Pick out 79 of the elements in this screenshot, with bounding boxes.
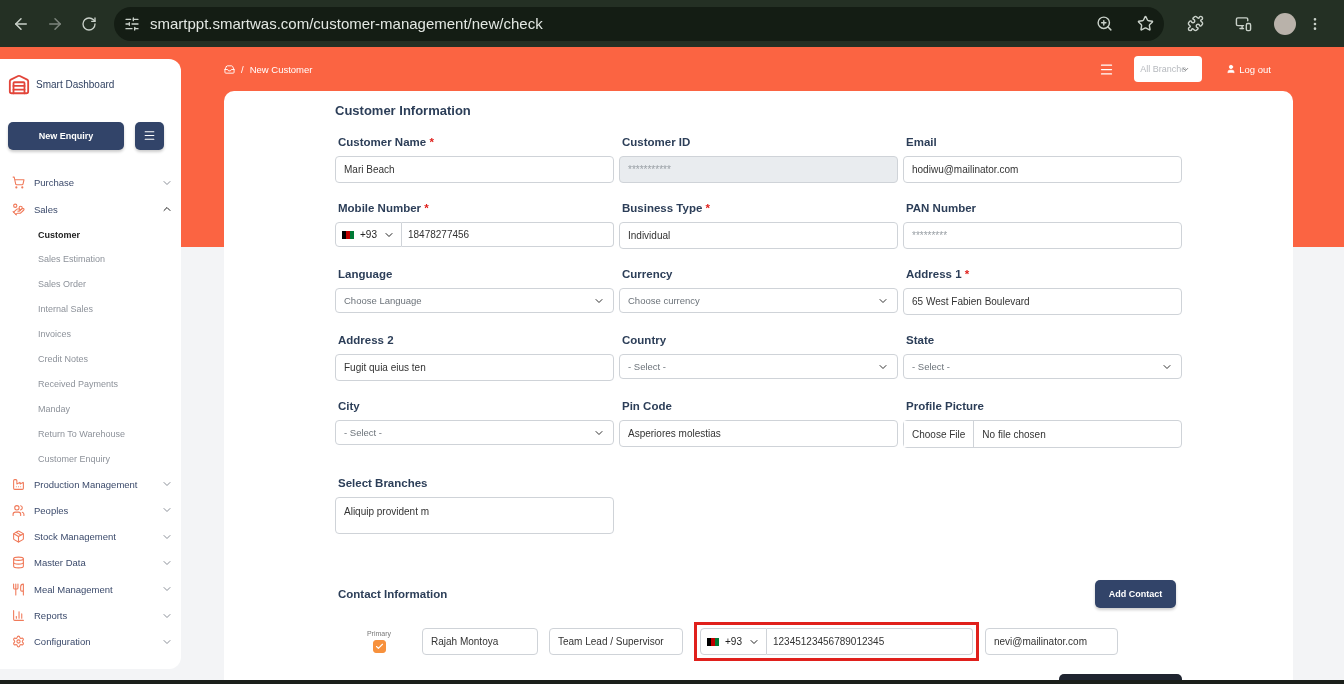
box-icon xyxy=(12,530,25,544)
check-icon xyxy=(374,642,384,651)
nav-item[interactable]: Sales xyxy=(8,195,173,223)
select-field[interactable]: Choose currency xyxy=(619,288,898,313)
cart-icon xyxy=(12,176,25,190)
input-field[interactable]: Individual xyxy=(619,222,898,249)
file-status-text: No file chosen xyxy=(981,428,1046,440)
checkbox[interactable] xyxy=(372,640,386,653)
field-label: PAN Number xyxy=(906,202,978,215)
database-icon xyxy=(12,556,25,570)
menu-icon xyxy=(143,129,156,143)
field-label: Profile Picture xyxy=(906,400,985,413)
file-field[interactable]: Choose File No file chosen xyxy=(903,420,1182,448)
input-field[interactable]: ********* xyxy=(903,222,1182,249)
brand-name: Smart Dashboard xyxy=(36,79,115,91)
bookmark-star-icon[interactable] xyxy=(1137,15,1154,32)
field-label: Address 2 xyxy=(338,334,395,347)
field-label: Mobile Number * xyxy=(338,202,430,215)
select-field[interactable]: - Select - xyxy=(335,420,614,445)
chart-icon xyxy=(12,609,25,622)
field-label: Select Branches xyxy=(338,477,429,490)
utensils-icon xyxy=(12,582,25,596)
section-title: Customer Information xyxy=(335,103,472,118)
input-field[interactable]: 12345123456789012345 xyxy=(767,628,973,655)
avatar[interactable] xyxy=(1274,12,1296,35)
field-label: Customer ID xyxy=(622,136,692,149)
country-code-select[interactable]: +93 xyxy=(700,628,767,655)
text-area[interactable]: Aliquip provident m xyxy=(335,497,614,534)
user-icon xyxy=(1226,64,1237,74)
field-label: Language xyxy=(338,268,394,281)
nav-item[interactable]: Master Data xyxy=(8,549,173,577)
select-field[interactable]: Choose Language xyxy=(335,288,614,313)
warehouse-icon xyxy=(8,73,30,96)
nav-item[interactable]: Stock Management xyxy=(8,523,173,550)
flag-icon xyxy=(342,230,354,239)
nav-subitem[interactable]: Customer xyxy=(8,222,173,248)
input-field[interactable]: Asperiores molestias xyxy=(619,420,898,447)
choose-file-button[interactable]: Choose File xyxy=(904,421,975,447)
flag-icon xyxy=(707,637,719,646)
field-label: Pin Code xyxy=(622,400,673,413)
field-label: Address 1 * xyxy=(906,268,971,281)
field-label: Currency xyxy=(622,268,674,281)
nav-item[interactable]: Peoples xyxy=(8,497,173,524)
nav-item[interactable]: Reports xyxy=(8,602,173,629)
field-label: City xyxy=(338,400,361,413)
new-enquiry-button[interactable]: New Enquiry xyxy=(8,121,124,150)
hand-coins-icon xyxy=(12,202,25,216)
input-field[interactable]: Team Lead / Supervisor xyxy=(549,628,683,655)
nav-item[interactable]: Production Management xyxy=(8,471,173,498)
people-icon xyxy=(12,503,25,517)
field-label: Country xyxy=(622,334,668,347)
input-field[interactable]: Mari Beach xyxy=(335,156,614,183)
nav-item[interactable]: Purchase xyxy=(8,169,173,196)
input-field[interactable]: Rajah Montoya xyxy=(422,628,538,655)
input-field[interactable]: 65 West Fabien Boulevard xyxy=(903,288,1182,315)
field-label: Business Type * xyxy=(622,202,711,215)
nav-item[interactable]: Configuration xyxy=(8,628,173,655)
box-icon xyxy=(224,63,235,75)
gear-icon xyxy=(12,635,25,649)
select-field[interactable]: - Select - xyxy=(619,354,898,379)
factory-icon xyxy=(12,477,25,491)
zoom-icon[interactable] xyxy=(1096,15,1113,32)
field-label: Customer Name * xyxy=(338,136,435,149)
input-field[interactable]: nevi@mailinator.com xyxy=(985,628,1118,655)
country-code-select[interactable]: +93 xyxy=(335,222,402,247)
input-field[interactable]: 18478277456 xyxy=(402,222,614,247)
breadcrumb-current: New Customer xyxy=(249,63,313,75)
menu-button[interactable] xyxy=(135,121,164,150)
add-contact-button[interactable]: Add Contact xyxy=(1095,580,1176,608)
select-field[interactable]: - Select - xyxy=(903,354,1182,379)
section-title: Contact Information xyxy=(338,588,448,600)
site-settings-icon[interactable] xyxy=(124,15,140,32)
menu-icon[interactable] xyxy=(1099,61,1115,77)
nav-item[interactable]: Meal Management xyxy=(8,576,173,603)
field-label: State xyxy=(906,334,936,347)
field-label: Email xyxy=(906,136,938,149)
breadcrumb-separator: / xyxy=(241,63,244,75)
input-field[interactable]: hodiwu@mailinator.com xyxy=(903,156,1182,183)
input-field[interactable]: Fugit quia eius ten xyxy=(335,354,614,381)
